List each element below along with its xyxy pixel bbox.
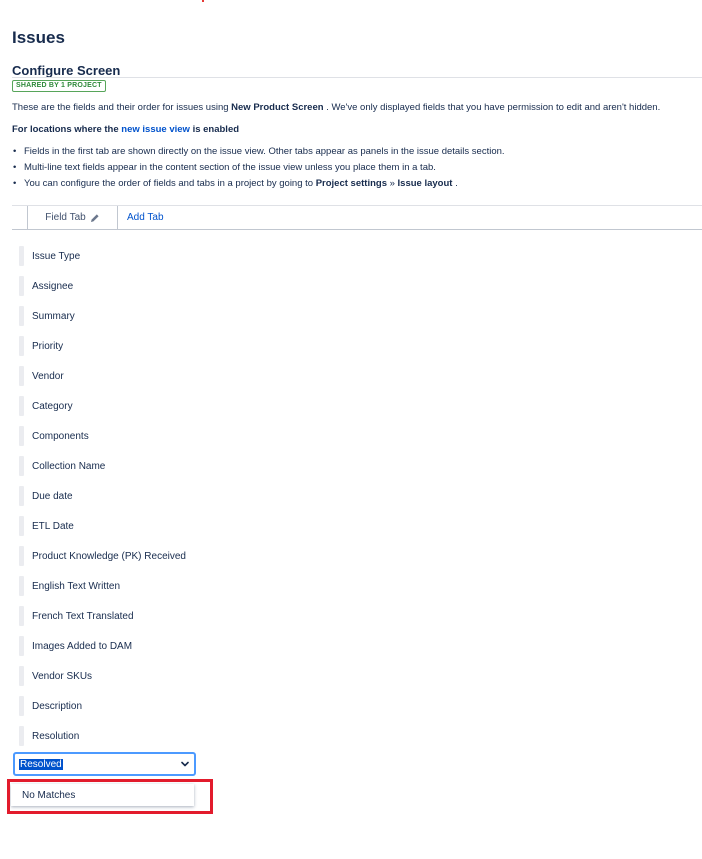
tab-label: Field Tab (45, 212, 86, 223)
drag-handle-icon[interactable] (19, 546, 24, 566)
new-issue-view-heading: For locations where the new issue view i… (12, 124, 239, 135)
drag-handle-icon[interactable] (19, 276, 24, 296)
field-row-due-date[interactable]: Due date (19, 481, 186, 511)
drag-handle-icon[interactable] (19, 426, 24, 446)
field-row-french-text[interactable]: French Text Translated (19, 601, 186, 631)
field-label: Vendor SKUs (32, 670, 93, 682)
drag-handle-icon[interactable] (19, 696, 24, 716)
add-field-input-value[interactable]: Resolved (19, 758, 63, 770)
drag-handle-icon[interactable] (19, 726, 24, 746)
stray-red-dot (202, 0, 204, 2)
bullet-text-end: . (452, 178, 458, 189)
field-label: ETL Date (32, 520, 74, 532)
screen-name: New Product Screen (231, 102, 324, 113)
bullet-text: You can configure the order of fields an… (24, 178, 316, 189)
field-row-summary[interactable]: Summary (19, 301, 186, 331)
field-label: Product Knowledge (PK) Received (32, 550, 186, 562)
tabs-bottom-border (12, 229, 702, 230)
field-row-assignee[interactable]: Assignee (19, 271, 186, 301)
field-label: Description (32, 700, 83, 712)
info-bullet: Fields in the first tab are shown direct… (12, 146, 505, 162)
drag-handle-icon[interactable] (19, 336, 24, 356)
field-row-etl-date[interactable]: ETL Date (19, 511, 186, 541)
chevron-down-icon[interactable] (180, 759, 190, 769)
info-bullet-list: Fields in the first tab are shown direct… (12, 146, 505, 194)
info-bullet: You can configure the order of fields an… (12, 178, 505, 194)
intro-text: These are the fields and their order for… (12, 102, 660, 113)
field-list: Issue Type Assignee Summary Priority Ven… (19, 241, 186, 751)
subtitle-divider (12, 77, 702, 78)
add-field-select[interactable]: Resolved (13, 752, 196, 776)
drag-handle-icon[interactable] (19, 396, 24, 416)
drag-handle-icon[interactable] (19, 366, 24, 386)
field-label: Due date (32, 490, 73, 502)
breadcrumb-separator: » (386, 178, 398, 189)
field-row-components[interactable]: Components (19, 421, 186, 451)
info-bullet: Multi-line text fields appear in the con… (12, 162, 505, 178)
field-row-english-text[interactable]: English Text Written (19, 571, 186, 601)
drag-handle-icon[interactable] (19, 516, 24, 536)
field-row-images-dam[interactable]: Images Added to DAM (19, 631, 186, 661)
locations-before: For locations where the (12, 124, 122, 135)
shared-projects-badge[interactable]: SHARED BY 1 PROJECT (12, 80, 106, 92)
drag-handle-icon[interactable] (19, 606, 24, 626)
field-row-vendor[interactable]: Vendor (19, 361, 186, 391)
drag-handle-icon[interactable] (19, 306, 24, 326)
field-label: Assignee (32, 280, 74, 292)
drag-handle-icon[interactable] (19, 636, 24, 656)
field-label: Priority (32, 340, 64, 352)
field-label: Resolution (32, 730, 80, 742)
field-label: Issue Type (32, 250, 81, 262)
field-label: Vendor (32, 370, 64, 382)
drag-handle-icon[interactable] (19, 486, 24, 506)
field-label: Components (32, 430, 89, 442)
field-row-category[interactable]: Category (19, 391, 186, 421)
field-row-priority[interactable]: Priority (19, 331, 186, 361)
field-row-issue-type[interactable]: Issue Type (19, 241, 186, 271)
tab-field-tab[interactable]: Field Tab (27, 206, 118, 229)
field-label: Images Added to DAM (32, 640, 133, 652)
field-row-pk-received[interactable]: Product Knowledge (PK) Received (19, 541, 186, 571)
field-label: Summary (32, 310, 75, 322)
field-label: Category (32, 400, 73, 412)
drag-handle-icon[interactable] (19, 246, 24, 266)
locations-after: is enabled (189, 124, 240, 135)
page-title: Issues (12, 28, 65, 47)
issue-layout-text: Issue layout (397, 178, 453, 189)
field-row-collection-name[interactable]: Collection Name (19, 451, 186, 481)
add-tab-link[interactable]: Add Tab (127, 212, 164, 223)
page-subtitle: Configure Screen (12, 63, 121, 78)
highlight-annotation-box (7, 779, 213, 814)
drag-handle-icon[interactable] (19, 666, 24, 686)
field-row-resolution[interactable]: Resolution (19, 721, 186, 751)
field-label: French Text Translated (32, 610, 134, 622)
intro-text-before: These are the fields and their order for… (12, 102, 232, 113)
field-label: English Text Written (32, 580, 121, 592)
pencil-icon[interactable] (90, 213, 100, 223)
field-row-vendor-skus[interactable]: Vendor SKUs (19, 661, 186, 691)
project-settings-text: Project settings (315, 178, 387, 189)
drag-handle-icon[interactable] (19, 456, 24, 476)
field-label: Collection Name (32, 460, 106, 472)
new-issue-view-link[interactable]: new issue view (121, 124, 190, 135)
intro-text-after: . We've only displayed fields that you h… (323, 102, 661, 113)
field-row-description[interactable]: Description (19, 691, 186, 721)
drag-handle-icon[interactable] (19, 576, 24, 596)
